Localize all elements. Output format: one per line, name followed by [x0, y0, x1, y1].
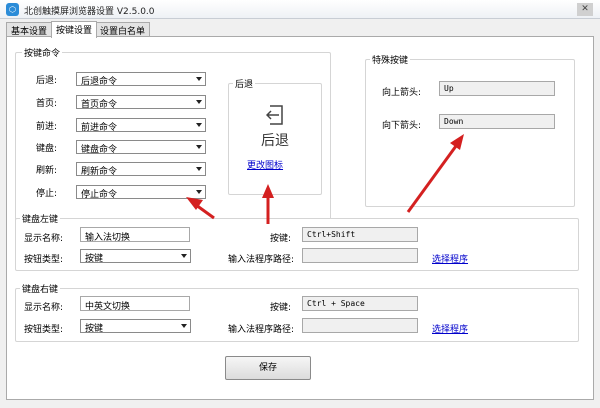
- annotation-arrows: [186, 134, 464, 224]
- annotation-arrow-dropdown: [186, 197, 215, 220]
- annotation-arrow-change-icon: [262, 184, 274, 224]
- tab-key-settings[interactable]: 按键设置: [51, 21, 98, 38]
- annotation-arrow-special-keys: [406, 134, 464, 213]
